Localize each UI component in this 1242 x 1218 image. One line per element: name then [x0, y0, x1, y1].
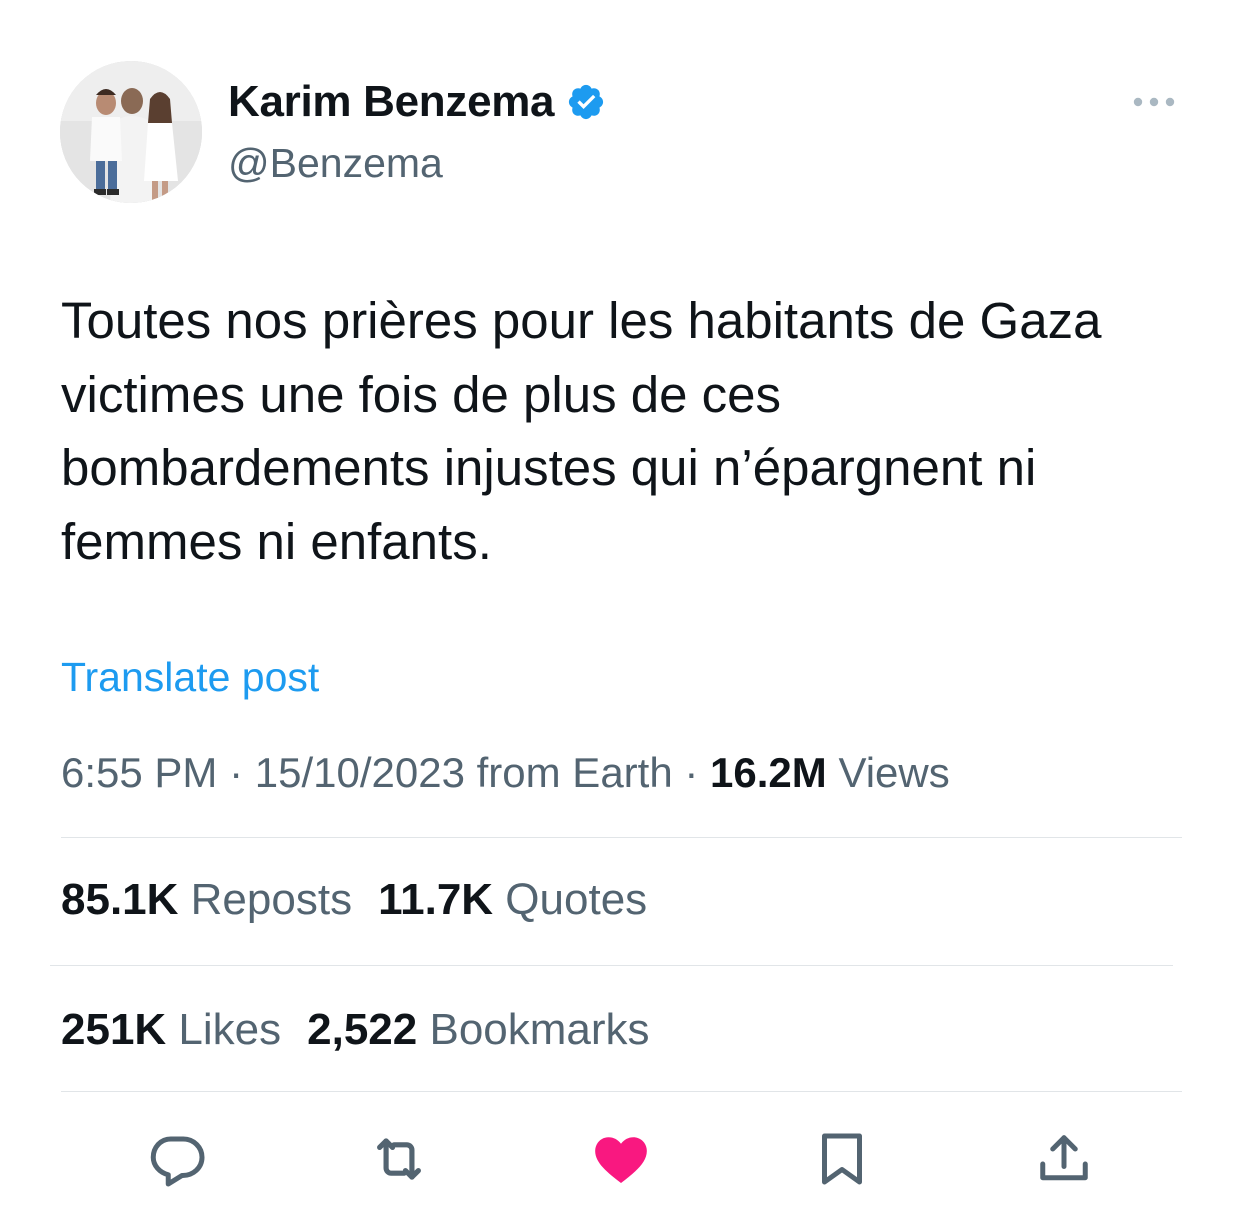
bookmarks-stat[interactable]: 2,522 Bookmarks	[307, 1005, 649, 1054]
post-date-source: 15/10/2023 from Earth	[254, 749, 673, 796]
views-label[interactable]: Views	[838, 749, 949, 796]
like-button[interactable]	[589, 1127, 653, 1191]
meta-separator: ·	[684, 749, 699, 796]
divider	[61, 837, 1182, 838]
like-icon	[590, 1128, 652, 1190]
divider	[50, 965, 1173, 966]
bookmarks-label: Bookmarks	[429, 1005, 650, 1054]
stats-row-likes-bookmarks: 251K Likes 2,522 Bookmarks	[61, 1002, 650, 1058]
more-options-icon[interactable]	[1132, 90, 1176, 114]
quotes-stat[interactable]: 11.7K Quotes	[378, 875, 647, 924]
author-display-name[interactable]: Karim Benzema	[228, 76, 555, 128]
likes-stat[interactable]: 251K Likes	[61, 1005, 281, 1054]
post-meta: 6:55 PM · 15/10/2023 from Earth · 16.2M …	[61, 746, 950, 800]
post-time[interactable]: 6:55 PM	[61, 749, 217, 796]
author-display-name-row[interactable]: Karim Benzema	[228, 76, 606, 128]
views-count[interactable]: 16.2M	[710, 749, 827, 796]
bookmarks-count: 2,522	[307, 1005, 418, 1054]
likes-count: 251K	[61, 1005, 167, 1054]
reply-button[interactable]	[145, 1127, 209, 1191]
avatar[interactable]	[60, 61, 202, 203]
action-bar	[0, 1127, 1242, 1191]
verified-badge-icon[interactable]	[566, 82, 606, 122]
share-icon	[1034, 1129, 1094, 1189]
repost-button[interactable]	[367, 1127, 431, 1191]
reposts-label: Reposts	[190, 875, 353, 924]
reposts-count: 85.1K	[61, 875, 179, 924]
meta-separator: ·	[229, 749, 244, 796]
share-button[interactable]	[1032, 1127, 1096, 1191]
divider	[61, 1091, 1182, 1092]
post-text: Toutes nos prières pour les habitants de…	[61, 292, 1102, 570]
quotes-count: 11.7K	[378, 875, 494, 924]
translate-post-link[interactable]: Translate post	[61, 651, 319, 703]
author-handle[interactable]: @Benzema	[228, 138, 443, 188]
likes-label: Likes	[178, 1005, 282, 1054]
reply-icon	[147, 1129, 207, 1189]
repost-icon	[368, 1128, 430, 1190]
reposts-stat[interactable]: 85.1K Reposts	[61, 875, 352, 924]
stats-row-reposts-quotes: 85.1K Reposts 11.7K Quotes	[61, 872, 647, 928]
bookmark-button[interactable]	[810, 1127, 874, 1191]
bookmark-icon	[812, 1129, 872, 1189]
quotes-label: Quotes	[505, 875, 648, 924]
